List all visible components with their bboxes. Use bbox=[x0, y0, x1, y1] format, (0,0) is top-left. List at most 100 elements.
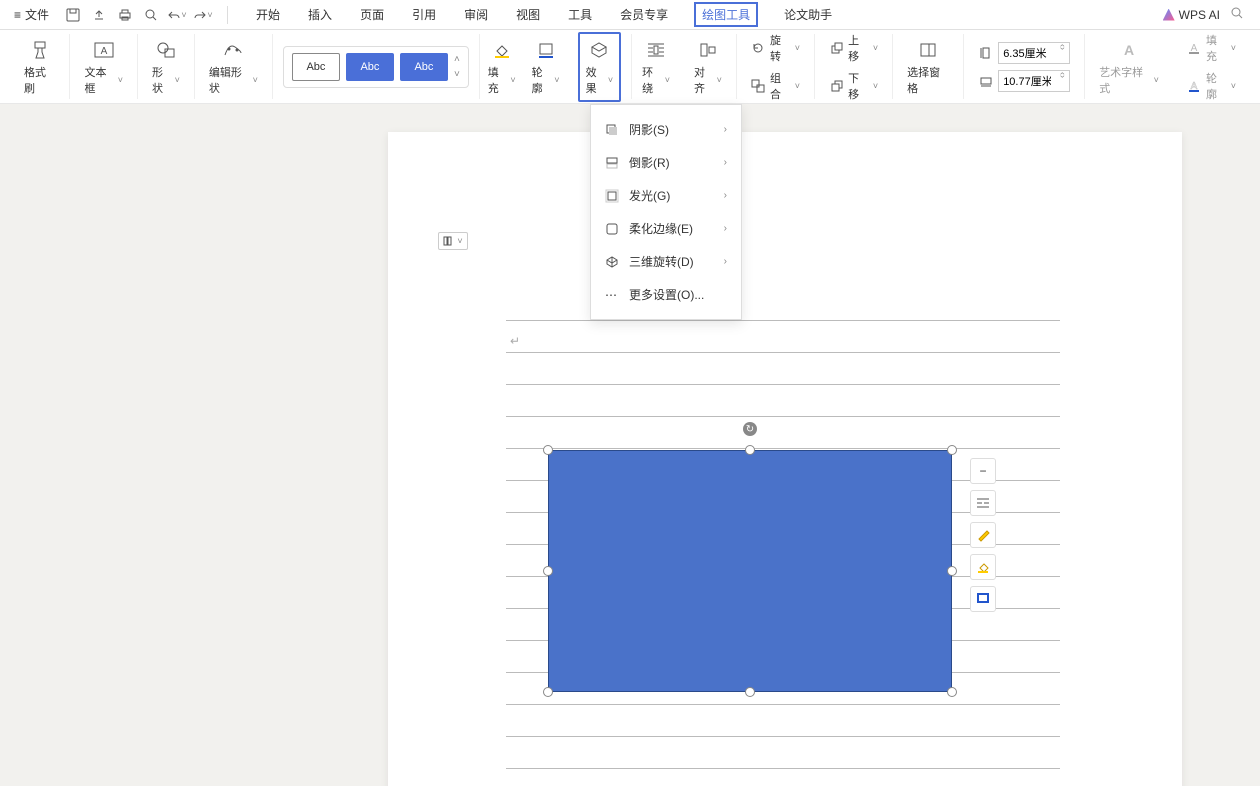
format-painter-label: 格式刷 bbox=[24, 64, 55, 96]
text-fill-button[interactable]: A填充˅ bbox=[1183, 31, 1240, 65]
text-box-button[interactable]: A 文本框˅ bbox=[80, 36, 126, 98]
shapes-button[interactable]: 形状˅ bbox=[148, 36, 184, 98]
ai-logo-icon bbox=[1163, 9, 1175, 21]
effects-icon bbox=[587, 38, 611, 62]
align-button[interactable]: 对齐˅ bbox=[690, 36, 726, 98]
text-outline-label: 轮廓 bbox=[1206, 70, 1227, 102]
height-input[interactable] bbox=[998, 42, 1070, 64]
minus-tool[interactable]: − bbox=[970, 458, 996, 484]
move-down-button[interactable]: 下移˅ bbox=[825, 69, 882, 103]
svg-text:A: A bbox=[1124, 42, 1134, 58]
edit-shape-button[interactable]: 编辑形状˅ bbox=[205, 36, 262, 98]
resize-handle-w[interactable] bbox=[543, 566, 553, 576]
tab-member[interactable]: 会员专享 bbox=[618, 2, 670, 27]
resize-handle-ne[interactable] bbox=[947, 445, 957, 455]
print-preview-icon[interactable] bbox=[141, 5, 161, 25]
glow-icon bbox=[605, 189, 619, 203]
resize-handle-e[interactable] bbox=[947, 566, 957, 576]
preset-nav: ˄ ˅ bbox=[454, 54, 460, 80]
redo-button[interactable]: ˅ bbox=[193, 5, 213, 25]
effects-soft-edges-item[interactable]: 柔化边缘(E) › bbox=[591, 212, 741, 245]
save-icon[interactable] bbox=[63, 5, 83, 25]
resize-handle-nw[interactable] bbox=[543, 445, 553, 455]
selection-pane-button[interactable]: 选择窗格 bbox=[903, 36, 953, 98]
effects-more-item[interactable]: ⋯ 更多设置(O)... bbox=[591, 278, 741, 311]
effects-shadow-item[interactable]: 阴影(S) › bbox=[591, 113, 741, 146]
outline-label: 轮廓 bbox=[532, 64, 553, 96]
tab-drawing-tools[interactable]: 绘图工具 bbox=[694, 2, 758, 27]
file-label: 文件 bbox=[25, 6, 49, 23]
group-icon bbox=[751, 78, 766, 94]
preset-style-3[interactable]: Abc bbox=[400, 53, 448, 81]
tab-thesis[interactable]: 论文助手 bbox=[782, 2, 834, 27]
outline-button[interactable]: 轮廓˅ bbox=[528, 36, 564, 98]
ribbon-tabs: 开始 插入 页面 引用 审阅 视图 工具 会员专享 绘图工具 论文助手 bbox=[254, 2, 834, 27]
resize-handle-se[interactable] bbox=[947, 687, 957, 697]
width-input[interactable] bbox=[998, 70, 1070, 92]
rotate-label: 旋转 bbox=[770, 32, 791, 64]
move-up-icon bbox=[829, 40, 844, 56]
chevron-right-icon: › bbox=[724, 124, 727, 135]
tab-start[interactable]: 开始 bbox=[254, 2, 282, 27]
move-up-label: 上移 bbox=[848, 32, 869, 64]
effects-3d-rotation-item[interactable]: 三维旋转(D) › bbox=[591, 245, 741, 278]
outline-tool[interactable] bbox=[970, 586, 996, 612]
wps-ai-button[interactable]: WPS AI bbox=[1163, 8, 1220, 22]
fill-tool[interactable] bbox=[970, 554, 996, 580]
glow-label: 发光(G) bbox=[629, 187, 670, 204]
tab-view[interactable]: 视图 bbox=[514, 2, 542, 27]
format-painter-button[interactable]: 格式刷 bbox=[20, 36, 59, 98]
rotation-handle[interactable]: ↻ bbox=[743, 422, 757, 436]
undo-button[interactable]: ˅ bbox=[167, 5, 187, 25]
top-menu-bar: ≡ 文件 ˅ ˅ 开始 插入 页面 引用 审阅 视图 工具 会员专享 绘图工具 … bbox=[0, 0, 1260, 30]
separator bbox=[227, 6, 228, 24]
file-menu-button[interactable]: ≡ 文件 bbox=[8, 6, 55, 23]
text-box-label: 文本框 bbox=[84, 64, 115, 96]
search-icon[interactable] bbox=[1230, 6, 1244, 23]
wrap-icon bbox=[644, 38, 668, 62]
preset-up-icon[interactable]: ˄ bbox=[454, 54, 460, 65]
resize-handle-s[interactable] bbox=[745, 687, 755, 697]
tab-reference[interactable]: 引用 bbox=[410, 2, 438, 27]
brush-tool[interactable] bbox=[970, 522, 996, 548]
tab-tools[interactable]: 工具 bbox=[566, 2, 594, 27]
text-outline-icon: A bbox=[1187, 78, 1202, 94]
export-icon[interactable] bbox=[89, 5, 109, 25]
selection-pane-label: 选择窗格 bbox=[907, 64, 949, 96]
shape-style-presets: Abc Abc Abc ˄ ˅ bbox=[283, 46, 469, 88]
art-style-icon: A bbox=[1117, 38, 1141, 62]
print-icon[interactable] bbox=[115, 5, 135, 25]
tab-review[interactable]: 审阅 bbox=[462, 2, 490, 27]
wrap-button[interactable]: 环绕˅ bbox=[638, 36, 674, 98]
tab-page[interactable]: 页面 bbox=[358, 2, 386, 27]
column-layout-button[interactable]: ˅ bbox=[438, 232, 468, 250]
effects-button[interactable]: 效果˅ bbox=[578, 32, 622, 102]
preset-down-icon[interactable]: ˅ bbox=[454, 69, 460, 80]
height-control[interactable] bbox=[974, 41, 1074, 65]
hamburger-icon: ≡ bbox=[14, 8, 21, 22]
text-outline-button[interactable]: A轮廓˅ bbox=[1183, 69, 1240, 103]
effects-glow-item[interactable]: 发光(G) › bbox=[591, 179, 741, 212]
preset-style-2[interactable]: Abc bbox=[346, 53, 394, 81]
wrap-label: 环绕 bbox=[642, 64, 663, 96]
selected-shape[interactable]: ↻ bbox=[548, 450, 952, 692]
art-style-button[interactable]: A 艺术字样式˅ bbox=[1095, 36, 1163, 98]
topbar-right: WPS AI bbox=[1163, 6, 1252, 23]
column-icon bbox=[443, 236, 455, 246]
resize-handle-n[interactable] bbox=[745, 445, 755, 455]
width-icon bbox=[978, 73, 994, 89]
rotation-3d-label: 三维旋转(D) bbox=[629, 253, 694, 270]
resize-handle-sw[interactable] bbox=[543, 687, 553, 697]
layout-tool[interactable] bbox=[970, 490, 996, 516]
preset-style-1[interactable]: Abc bbox=[292, 53, 340, 81]
width-control[interactable] bbox=[974, 69, 1074, 93]
rectangle-shape[interactable] bbox=[548, 450, 952, 692]
move-up-button[interactable]: 上移˅ bbox=[825, 31, 882, 65]
rotate-button[interactable]: 旋转˅ bbox=[747, 31, 804, 65]
effects-reflection-item[interactable]: 倒影(R) › bbox=[591, 146, 741, 179]
tab-insert[interactable]: 插入 bbox=[306, 2, 334, 27]
effects-label: 效果 bbox=[586, 64, 606, 96]
group-button[interactable]: 组合˅ bbox=[747, 69, 804, 103]
fill-button[interactable]: 填充˅ bbox=[484, 36, 520, 98]
chevron-right-icon: › bbox=[724, 256, 727, 267]
